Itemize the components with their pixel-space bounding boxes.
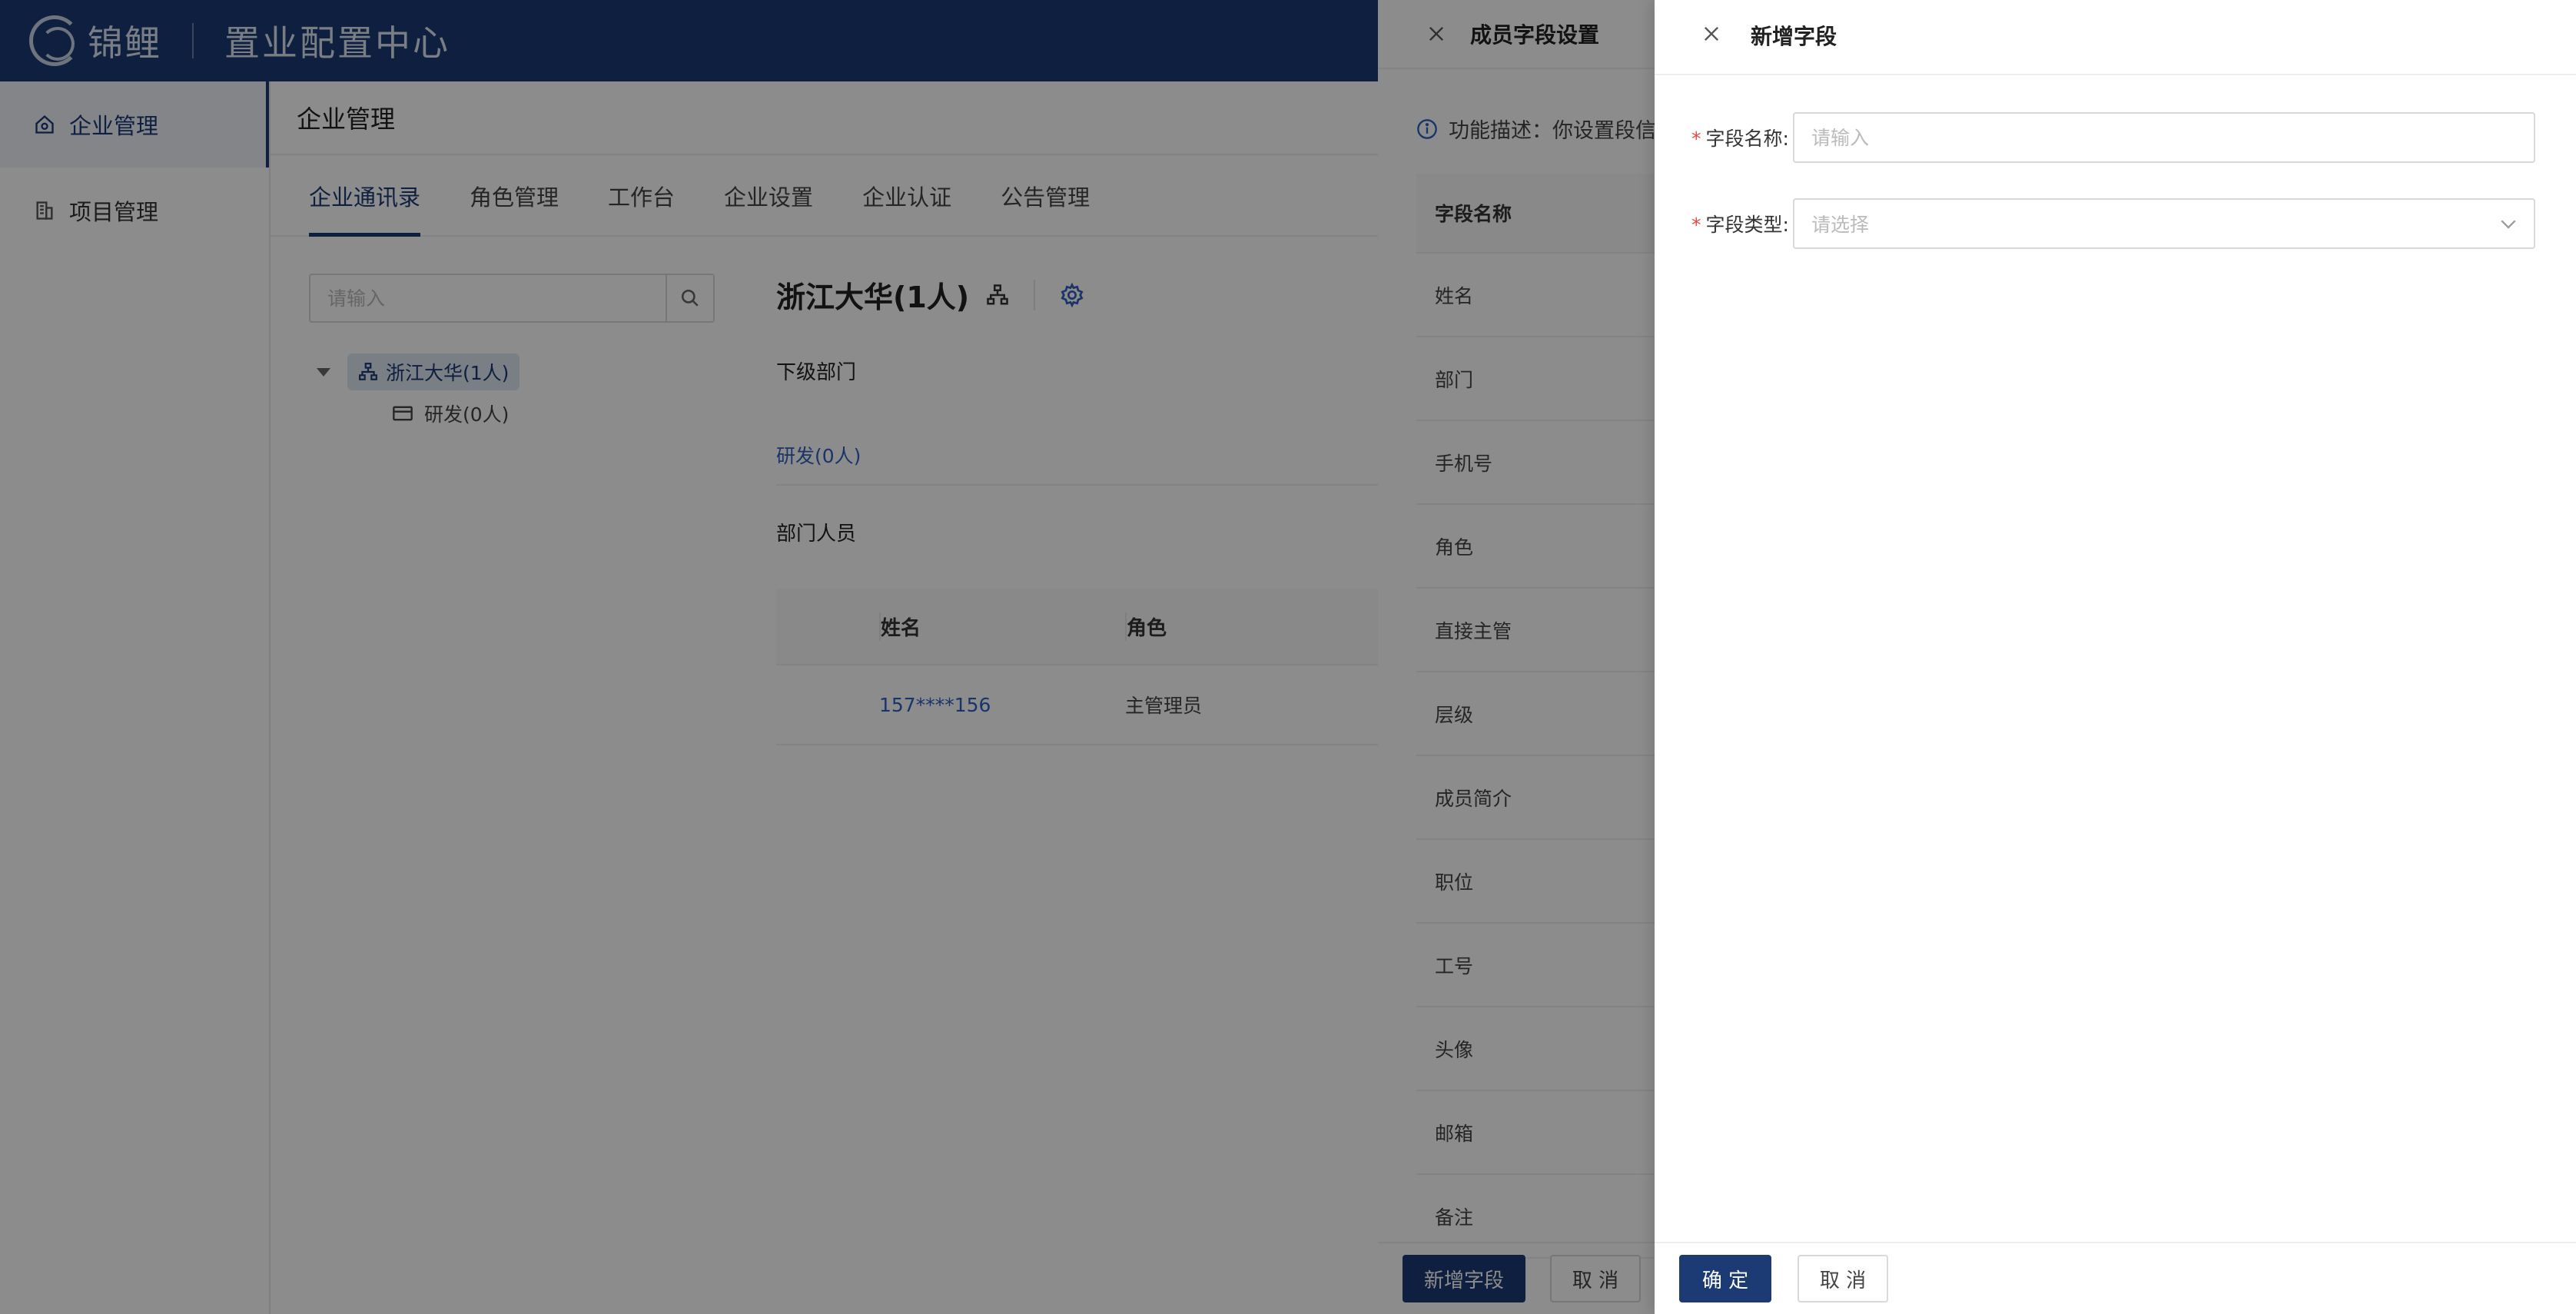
field-type-row: * 字段类型: 请选择: [1691, 198, 2535, 249]
field-name-row: * 字段名称:: [1691, 112, 2535, 163]
add-field-drawer: 新增字段 *字段名称: *字段类型: 请选择 确 定 取 消: [1655, 0, 2576, 1314]
cancel-button[interactable]: 取 消: [1798, 1255, 1888, 1302]
field-name-label-text: 字段名称:: [1705, 128, 1789, 150]
select-placeholder: 请选择: [1811, 214, 1870, 236]
required-mark: *: [1691, 128, 1701, 150]
field-type-select[interactable]: 请选择: [1793, 198, 2535, 249]
drawer-title: 新增字段: [1751, 24, 1837, 49]
field-name-input[interactable]: [1793, 112, 2535, 163]
close-icon[interactable]: [1701, 23, 1722, 45]
required-mark: *: [1691, 214, 1701, 236]
chevron-down-icon: [2501, 220, 2516, 229]
drawer-footer: 确 定 取 消: [1655, 1242, 2576, 1314]
field-name-label: * 字段名称:: [1691, 124, 1793, 151]
confirm-button[interactable]: 确 定: [1679, 1255, 1771, 1302]
drawer-mask[interactable]: [1378, 0, 1655, 1314]
drawer-header: 新增字段: [1655, 0, 2576, 75]
field-type-label-text: 字段类型:: [1705, 214, 1789, 236]
field-type-label: * 字段类型:: [1691, 210, 1793, 237]
